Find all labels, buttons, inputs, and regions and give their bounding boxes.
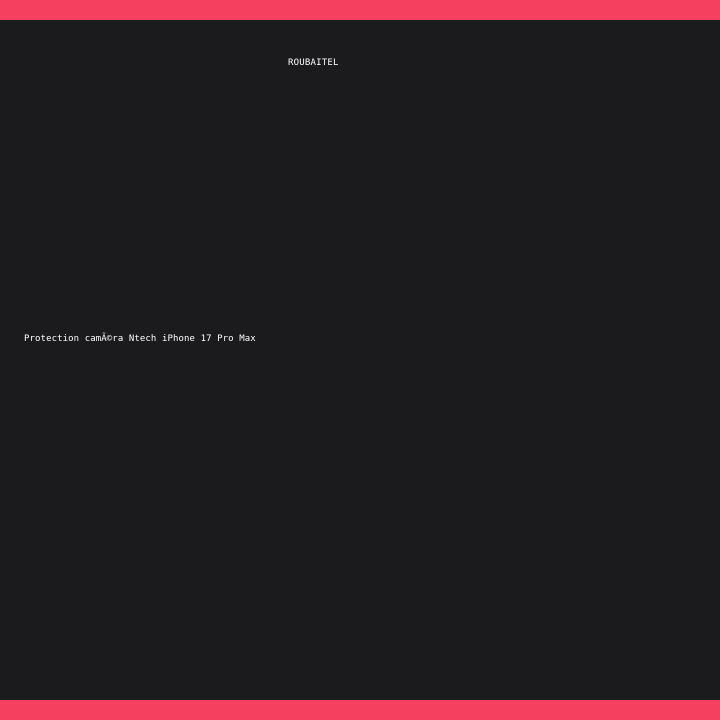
product-title: Protection camÃ©ra Ntech iPhone 17 Pro M… (24, 334, 256, 344)
brand-name[interactable]: ROUBAITEL (288, 58, 339, 68)
page: ROUBAITEL Protection camÃ©ra Ntech iPhon… (0, 0, 720, 720)
bottom-accent-bar (0, 700, 720, 720)
top-accent-bar (0, 0, 720, 20)
